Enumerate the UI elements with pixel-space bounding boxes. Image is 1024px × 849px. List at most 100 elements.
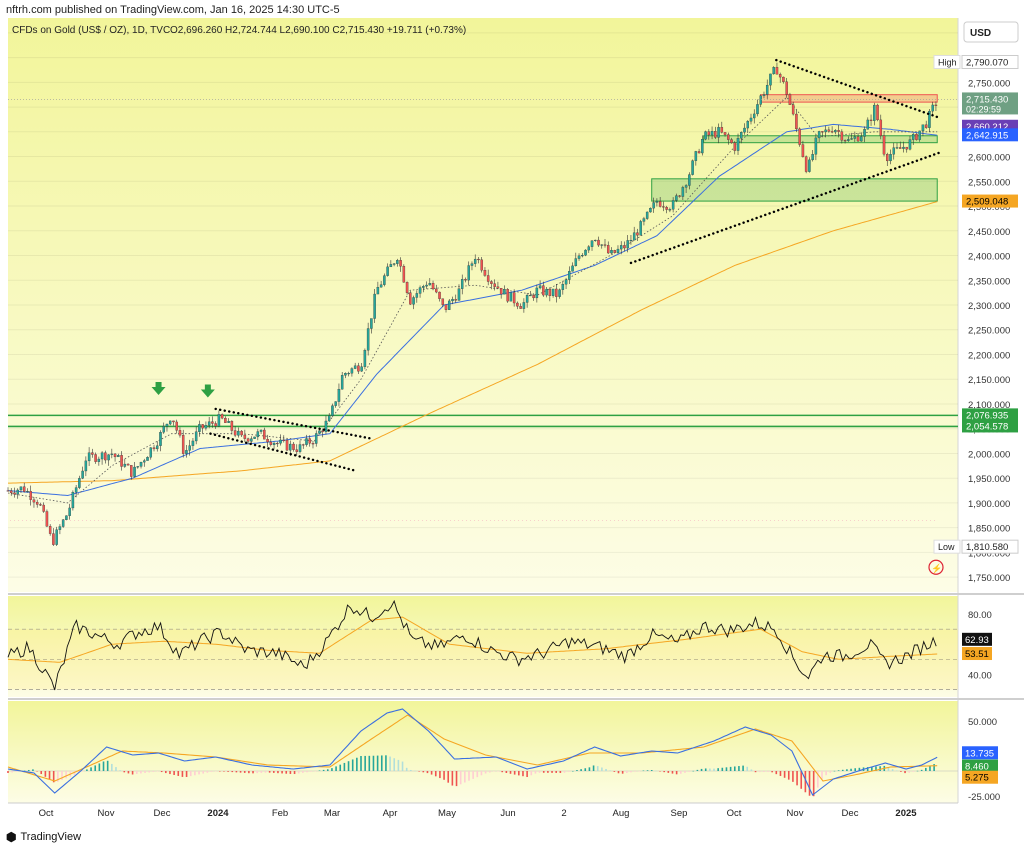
candle-up (117, 455, 120, 458)
macd-bar-negative (522, 771, 524, 777)
candle-up (610, 250, 613, 254)
macd-bar-positive (717, 768, 719, 771)
macd-bar-negative (812, 771, 815, 797)
macd-bar-positive (837, 770, 840, 771)
candle-up (629, 239, 633, 242)
candle-down (321, 430, 324, 432)
candle-up (259, 429, 263, 432)
macd-bar-negative (252, 771, 254, 774)
candle-down (52, 533, 55, 545)
candle-up (16, 489, 19, 495)
macd-bar-positive (343, 762, 346, 771)
macd-bar-positive (27, 769, 30, 771)
candle-up (694, 151, 698, 161)
macd-bar-negative (542, 771, 545, 773)
candle-up (107, 454, 110, 461)
macd-bar-negative (679, 771, 682, 774)
x-tick-label: Nov (787, 808, 804, 819)
macd-bar-positive (106, 760, 109, 771)
candle-down (665, 206, 668, 210)
macd-bar-positive (405, 767, 408, 771)
candle-up (165, 423, 169, 427)
macd-bar-negative (484, 771, 487, 774)
candle-up (525, 295, 529, 303)
candle-up (581, 255, 584, 257)
macd-bar-negative (239, 771, 242, 773)
candle-down (499, 288, 503, 295)
candle-up (902, 146, 905, 149)
macd-bar-negative (476, 771, 479, 778)
candle-up (396, 260, 399, 264)
macd-bar-negative (40, 771, 43, 775)
macd-bar-negative (488, 771, 491, 773)
candle-down (29, 490, 32, 500)
candle-down (519, 306, 522, 309)
candle-up (81, 470, 84, 479)
price-label-name: High (938, 57, 957, 67)
macd-bar-negative (165, 771, 167, 774)
macd-bar-negative (634, 771, 636, 772)
main-ytick-label: 2,250.000 (968, 326, 1010, 337)
main-ytick-label: 1,900.000 (968, 499, 1010, 510)
macd-bar-negative (775, 771, 778, 775)
macd-bar-positive (360, 756, 362, 771)
price-label-value: 1,810.580 (966, 542, 1008, 553)
macd-bar-negative (227, 771, 229, 772)
candle-up (418, 287, 422, 294)
candle-up (379, 284, 383, 288)
candle-up (584, 249, 587, 256)
macd-bar-negative (160, 771, 163, 773)
candle-up (594, 239, 597, 242)
macd-bar-positive (389, 756, 391, 771)
macd-bar-positive (850, 768, 852, 771)
macd-bar-positive (86, 769, 88, 771)
macd-bar-negative (792, 771, 794, 782)
candle-up (863, 129, 866, 137)
chart-canvas[interactable]: 2,850.0002,800.0002,750.0002,700.0002,65… (0, 0, 1024, 830)
macd-bar-negative (530, 771, 533, 776)
candle-up (350, 368, 354, 374)
tradingview-brand[interactable]: ⬢ TradingView (6, 830, 81, 844)
macd-bar-negative (65, 771, 67, 779)
x-tick-label: Dec (154, 808, 171, 819)
macd-bar-positive (32, 769, 34, 771)
macd-bar-negative (912, 771, 915, 772)
macd-bar-negative (430, 771, 433, 775)
macd-bar-negative (439, 771, 441, 779)
candle-up (237, 430, 240, 436)
macd-bar-negative (293, 771, 296, 775)
macd-bar-negative (617, 771, 620, 774)
macd-bar-positive (576, 770, 578, 771)
candle-down (295, 449, 299, 452)
macd-bar-positive (733, 766, 736, 771)
macd-bar-negative (277, 771, 279, 774)
candle-down (707, 131, 711, 136)
macd-bar-positive (111, 763, 113, 771)
ohlc-readout: O2,696.260 H2,724.744 L2,690.100 C2,715.… (170, 25, 466, 36)
macd-bar-positive (119, 770, 121, 771)
candle-down (606, 245, 610, 254)
candle-down (357, 365, 360, 372)
candle-up (353, 365, 357, 369)
rsi-value-label: 62.93 (965, 635, 989, 646)
macd-bar-negative (659, 771, 661, 772)
macd-bar-positive (933, 764, 935, 771)
candle-up (344, 373, 347, 376)
macd-bar-negative (248, 771, 250, 774)
macd-bar-negative (434, 771, 437, 777)
x-tick-label: May (438, 808, 456, 819)
macd-bar-negative (451, 771, 454, 786)
rsi-ytick-label: 40.00 (968, 670, 992, 681)
candle-down (201, 424, 204, 429)
candle-down (172, 420, 175, 423)
price-label-value: 2,509.048 (966, 197, 1008, 208)
candle-up (834, 130, 837, 133)
candle-up (866, 119, 870, 130)
candle-up (889, 154, 892, 162)
candle-down (915, 134, 918, 140)
candle-down (276, 442, 279, 445)
x-tick-label: Aug (613, 808, 630, 819)
macd-bar-positive (372, 755, 375, 771)
candle-up (87, 452, 91, 462)
candle-down (240, 430, 243, 436)
